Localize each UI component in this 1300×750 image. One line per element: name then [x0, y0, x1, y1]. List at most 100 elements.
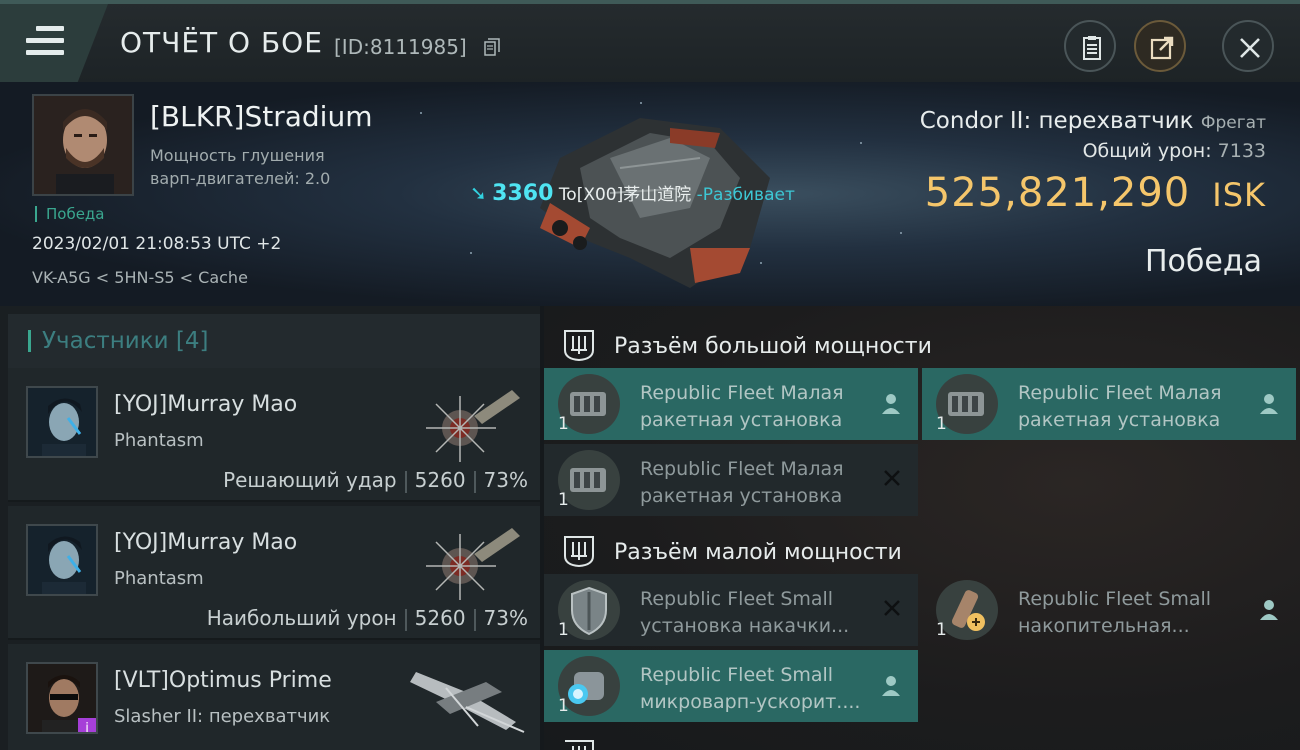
- participant-role: Решающий удар: [223, 468, 397, 492]
- share-button[interactable]: [1134, 20, 1186, 72]
- module-name: Republic Fleet Малая ракетная установка: [640, 456, 880, 510]
- participants-panel: Участники [4] [YOJ]Murray Mao Phantasm Р…: [0, 306, 540, 750]
- module-name-line2: установка накачки...: [640, 615, 850, 637]
- participant-role: Наибольший урон: [206, 606, 397, 630]
- module-name: Republic Fleet Small микроварп-ускорит..…: [640, 662, 880, 716]
- victim-ship-name: Condor II: перехватчик: [919, 108, 1194, 134]
- participant-ship: Phantasm: [114, 430, 204, 451]
- participant-percent: 73%: [483, 606, 528, 630]
- module-name: Republic Fleet Small накопительная...: [1018, 586, 1258, 640]
- page-title: ОТЧЁТ О БОЕ: [120, 26, 323, 59]
- high-slots-title: Разъём большой мощности: [614, 334, 932, 359]
- next-section-header: [544, 736, 1300, 750]
- victim-avatar[interactable]: [32, 94, 134, 196]
- slot-icon: [565, 740, 594, 750]
- low-slots-header: Разъём малой мощности: [544, 520, 1300, 576]
- module-item[interactable]: 1 Republic Fleet Small микроварп-ускорит…: [544, 650, 918, 722]
- participants-header: Участники [4]: [8, 314, 540, 368]
- module-quantity: 1: [558, 620, 569, 640]
- module-name-line2: микроварп-ускорит....: [640, 691, 861, 713]
- participant-ship-image: [426, 528, 520, 600]
- participant-avatar[interactable]: i: [26, 662, 98, 734]
- killer-damage: 3360: [492, 181, 554, 206]
- destroyed-x-icon: [884, 600, 900, 616]
- module-quantity: 1: [558, 414, 569, 434]
- module-name-line1: Republic Fleet Small: [640, 664, 834, 686]
- fittings-panel: Разъём большой мощности 1 Republic Fleet…: [544, 306, 1300, 750]
- participant-avatar[interactable]: [26, 524, 98, 596]
- close-button[interactable]: [1222, 20, 1274, 72]
- kill-location[interactable]: VK-A5G < 5HN-S5 < Cache: [32, 268, 248, 287]
- module-name-line1: Republic Fleet Малая: [1018, 382, 1222, 404]
- menu-button[interactable]: [0, 4, 108, 82]
- module-quantity: 1: [558, 490, 569, 510]
- clipboard-icon: [1083, 36, 1101, 60]
- kill-datetime: 2023/02/01 21:08:53 UTC +2: [32, 234, 282, 254]
- low-slot-icon: [564, 536, 594, 568]
- module-name: Republic Fleet Малая ракетная установка: [1018, 380, 1258, 434]
- participant-ship-image: [410, 672, 525, 733]
- module-name-line2: ракетная установка: [640, 485, 843, 507]
- isk-amount: 525,821,290: [924, 170, 1191, 216]
- participant-percent: 73%: [483, 468, 528, 492]
- module-name: Republic Fleet Small установка накачки..…: [640, 586, 880, 640]
- high-slot-icon: [564, 330, 594, 362]
- participant-stats: Наибольший урон 5260 73%: [207, 606, 528, 631]
- participant-stats: Решающий удар 5260 73%: [223, 468, 528, 493]
- killer-action: -Разбивает: [696, 185, 795, 205]
- module-item[interactable]: 1 Republic Fleet Малая ракетная установк…: [544, 444, 918, 516]
- module-item[interactable]: 1 Republic Fleet Малая ракетная установк…: [544, 368, 918, 440]
- dropped-pilot-icon: [882, 676, 900, 696]
- low-slots-title: Разъём малой мощности: [614, 540, 902, 565]
- module-item[interactable]: 1 Republic Fleet Малая ракетная установк…: [922, 368, 1296, 440]
- total-damage-label: Общий урон:: [1082, 140, 1212, 162]
- report-id: [ID:8111985]: [334, 35, 467, 59]
- share-icon: [1150, 36, 1174, 60]
- victim-ship[interactable]: Condor II: перехватчик Фрегат: [920, 108, 1266, 134]
- participant-avatar[interactable]: [26, 386, 98, 458]
- victim-ship-class: Фрегат: [1200, 113, 1266, 133]
- participant-damage: 5260: [414, 468, 466, 492]
- module-name-line2: ракетная установка: [640, 409, 843, 431]
- module-name-line2: накопительная...: [1018, 615, 1190, 637]
- killer-name: To[X00]茅山道院: [558, 185, 692, 205]
- menu-icon: [26, 26, 64, 58]
- destroyed-x-icon: [884, 470, 900, 486]
- participants-title: Участники [4]: [42, 328, 209, 354]
- victim-attribute: Мощность глушения варп-двигателей: 2.0: [150, 144, 370, 190]
- victim-attribute-line2: варп-двигателей: 2.0: [150, 169, 331, 188]
- module-item[interactable]: 1 Republic Fleet Small накопительная...: [922, 574, 1296, 646]
- module-name-line2: ракетная установка: [1018, 409, 1221, 431]
- participant-ship: Phantasm: [114, 568, 204, 589]
- participant-name: [YOJ]Murray Mao: [114, 392, 298, 417]
- close-icon: [1240, 38, 1260, 58]
- module-quantity: 1: [936, 414, 947, 434]
- module-quantity: 1: [936, 620, 947, 640]
- total-damage: Общий урон: 7133: [1083, 140, 1266, 162]
- dropped-pilot-icon: [882, 394, 900, 414]
- module-name-line1: Republic Fleet Малая: [640, 458, 844, 480]
- final-blow-line[interactable]: ➘ 3360 To[X00]茅山道院 -Разбивает: [470, 180, 795, 206]
- clipboard-button[interactable]: [1064, 20, 1116, 72]
- battle-result: Победа: [1145, 244, 1262, 279]
- participant-row[interactable]: i [VLT]Optimus Prime Slasher II: перехва…: [8, 644, 540, 750]
- result-tag: Победа: [35, 206, 105, 222]
- participant-row[interactable]: [YOJ]Murray Mao Phantasm Решающий удар 52…: [8, 368, 540, 502]
- victim-attribute-line1: Мощность глушения: [150, 146, 325, 165]
- participant-name: [YOJ]Murray Mao: [114, 530, 298, 555]
- damage-arrow-icon: ➘: [470, 181, 487, 205]
- participant-row[interactable]: [YOJ]Murray Mao Phantasm Наибольший урон…: [8, 506, 540, 640]
- participant-ship: Slasher II: перехватчик: [114, 706, 331, 727]
- kill-summary: [BLKR]Stradium Мощность глушения варп-дв…: [0, 82, 1300, 306]
- participant-name: [VLT]Optimus Prime: [114, 668, 332, 693]
- top-bar: ОТЧЁТ О БОЕ [ID:8111985]: [0, 0, 1300, 82]
- total-damage-value: 7133: [1217, 140, 1266, 162]
- module-item[interactable]: 1 Republic Fleet Small установка накачки…: [544, 574, 918, 646]
- copy-icon[interactable]: [484, 38, 500, 56]
- victim-name[interactable]: [BLKR]Stradium: [150, 100, 372, 133]
- module-name: Republic Fleet Малая ракетная установка: [640, 380, 880, 434]
- module-name-line1: Republic Fleet Малая: [640, 382, 844, 404]
- isk-unit: ISK: [1212, 176, 1266, 214]
- svg-text:i: i: [85, 721, 89, 734]
- dropped-pilot-icon: [1260, 600, 1278, 620]
